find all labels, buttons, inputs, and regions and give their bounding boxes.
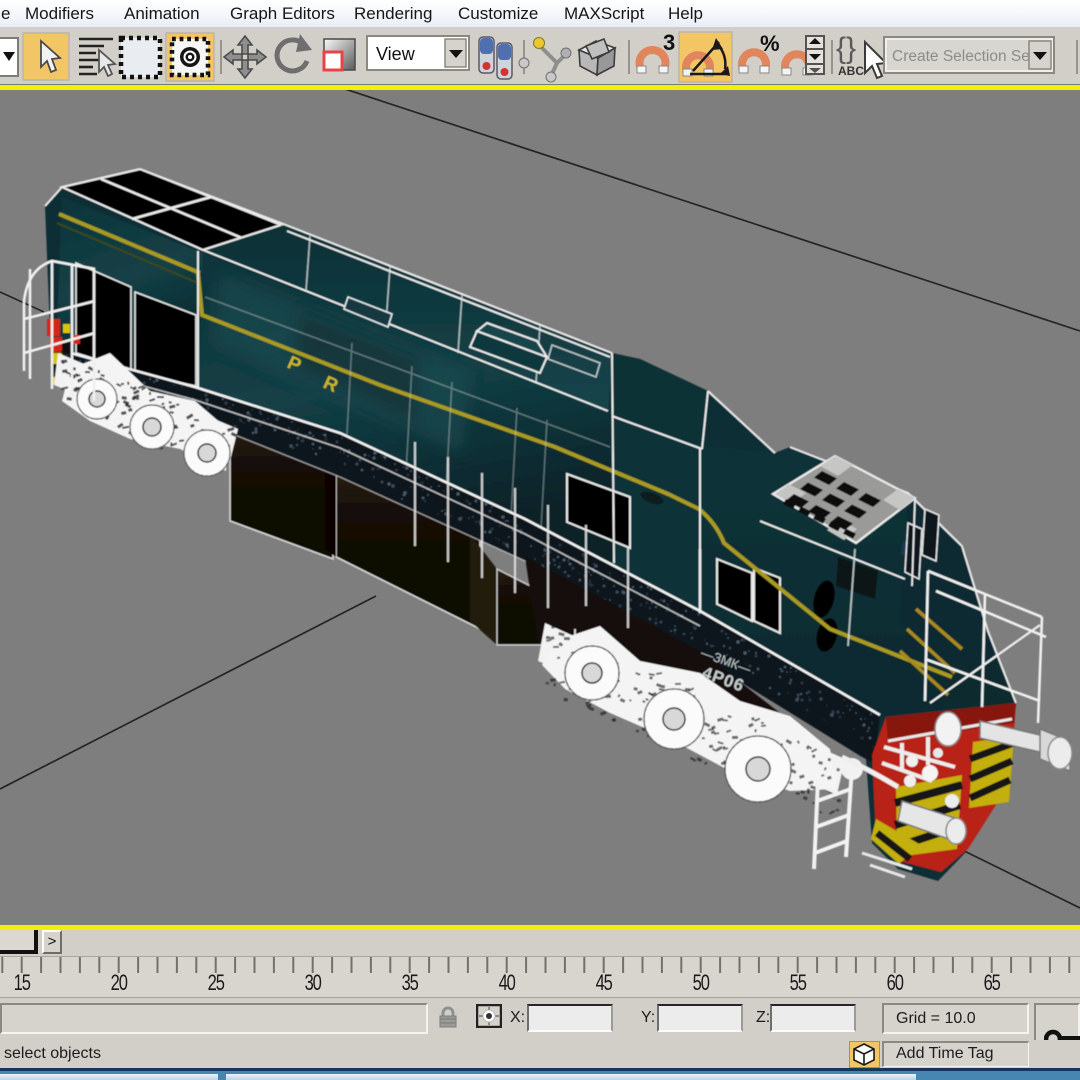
svg-text:View: View bbox=[376, 44, 416, 64]
svg-text:3: 3 bbox=[663, 30, 675, 55]
svg-text:65: 65 bbox=[984, 971, 1001, 996]
svg-text:20: 20 bbox=[111, 971, 128, 996]
svg-text:50: 50 bbox=[693, 971, 710, 996]
svg-text:15: 15 bbox=[14, 971, 31, 996]
svg-text:30: 30 bbox=[305, 971, 322, 996]
svg-text:Create Selection Set: Create Selection Set bbox=[892, 48, 1035, 65]
svg-text:40: 40 bbox=[499, 971, 516, 996]
svg-text:{}: {} bbox=[836, 32, 856, 65]
svg-text:60: 60 bbox=[887, 971, 904, 996]
svg-text:45: 45 bbox=[596, 971, 613, 996]
svg-text:ABC: ABC bbox=[838, 64, 864, 78]
svg-text:%: % bbox=[760, 31, 780, 56]
svg-text:55: 55 bbox=[790, 971, 807, 996]
svg-text:25: 25 bbox=[208, 971, 225, 996]
svg-text:35: 35 bbox=[402, 971, 419, 996]
